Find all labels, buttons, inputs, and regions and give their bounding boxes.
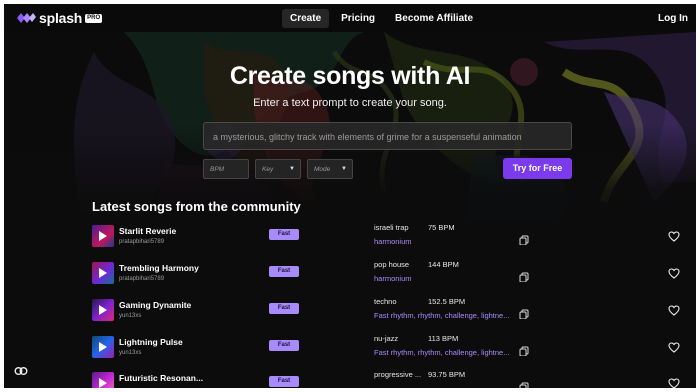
song-row[interactable]: Lightning Pulse yun13xs Fast nu-jazz 113… [4, 334, 696, 372]
song-genre: nu-jazz [374, 334, 399, 343]
song-bpm: 75 BPM [428, 223, 455, 232]
bpm-input[interactable]: BPM [203, 159, 249, 179]
top-nav: splash PRO Create Pricing Become Affilia… [4, 4, 696, 32]
app-frame: splash PRO Create Pricing Become Affilia… [4, 4, 696, 388]
song-cover-thumbnail[interactable] [92, 336, 114, 358]
song-title[interactable]: Trembling Harmony [119, 263, 199, 273]
cookie-settings-icon[interactable] [14, 366, 28, 376]
heart-icon[interactable] [668, 231, 680, 242]
pro-badge: PRO [85, 13, 103, 23]
copy-icon[interactable] [519, 235, 529, 245]
nav-links: Create Pricing Become Affiliate [282, 9, 481, 28]
song-title[interactable]: Starlit Reverie [119, 226, 176, 236]
fast-badge: Fast [269, 266, 299, 277]
prompt-input[interactable]: a mysterious, glitchy track with element… [203, 122, 572, 150]
song-title[interactable]: Gaming Dynamite [119, 300, 191, 310]
song-bpm: 93.75 BPM [428, 370, 466, 379]
song-cover-thumbnail[interactable] [92, 372, 114, 388]
song-tags: Fast rhythm, rhythm, challenge, lightne.… [374, 348, 510, 357]
nav-create[interactable]: Create [282, 9, 330, 28]
heart-icon[interactable] [668, 268, 680, 279]
song-row[interactable]: Trembling Harmony pratapbihari5789 Fast … [4, 260, 696, 298]
song-genre: pop house [374, 260, 410, 269]
song-tags: Fast rhythm, rhythm, challenge, lightne.… [374, 311, 510, 320]
key-dropdown-icon: ▼ [289, 166, 295, 172]
copy-icon[interactable] [519, 272, 529, 282]
key-placeholder: Key [262, 166, 274, 173]
heart-icon[interactable] [668, 378, 680, 388]
song-cover-thumbnail[interactable] [92, 225, 114, 247]
song-title[interactable]: Futuristic Resonan... [119, 373, 203, 383]
song-author: yun13xs [119, 313, 142, 319]
mode-placeholder: Mode [314, 166, 331, 173]
login-link[interactable]: Log In [658, 13, 688, 24]
song-author: pratapbihari5789 [119, 239, 165, 245]
bpm-placeholder: BPM [210, 166, 225, 173]
play-icon [99, 305, 107, 315]
hero-title: Create songs with AI [229, 62, 471, 90]
fast-badge: Fast [269, 376, 299, 387]
key-select[interactable]: Key ▼ [255, 159, 301, 179]
heart-icon[interactable] [668, 342, 680, 353]
song-row[interactable]: Starlit Reverie pratapbihari5789 Fast is… [4, 223, 696, 261]
play-icon [99, 378, 107, 388]
song-row[interactable]: Futuristic Resonan... Fast progressive .… [4, 370, 696, 388]
fast-badge: Fast [269, 340, 299, 351]
brand-name: splash [39, 10, 83, 26]
nav-pricing[interactable]: Pricing [333, 9, 383, 28]
song-author: pratapbihari5789 [119, 276, 165, 282]
fast-badge: Fast [269, 229, 299, 240]
song-row[interactable]: Gaming Dynamite yun13xs Fast techno 152.… [4, 297, 696, 335]
copy-icon[interactable] [519, 309, 529, 319]
song-cover-thumbnail[interactable] [92, 262, 114, 284]
song-bpm: 113 BPM [428, 334, 459, 343]
song-tags: harmonium [374, 237, 412, 246]
song-tags: harmonium [374, 274, 412, 283]
copy-icon[interactable] [519, 382, 529, 388]
play-icon [99, 268, 107, 278]
song-genre: israeli trap [374, 223, 409, 232]
song-author: yun13xs [119, 350, 142, 356]
brand-logo[interactable]: splash PRO [16, 10, 103, 26]
song-bpm: 152.5 BPM [428, 297, 466, 306]
heart-icon[interactable] [668, 305, 680, 316]
hero-subtitle: Enter a text prompt to create your song. [253, 97, 447, 109]
song-title[interactable]: Lightning Pulse [119, 337, 183, 347]
play-icon [99, 342, 107, 352]
community-title: Latest songs from the community [92, 199, 301, 214]
song-cover-thumbnail[interactable] [92, 299, 114, 321]
song-genre: techno [374, 297, 397, 306]
try-for-free-button[interactable]: Try for Free [503, 158, 572, 179]
song-genre: progressive ... [374, 370, 422, 379]
song-bpm: 144 BPM [428, 260, 459, 269]
copy-icon[interactable] [519, 346, 529, 356]
play-icon [99, 231, 107, 241]
splash-logo-icon [17, 13, 36, 23]
mode-dropdown-icon: ▼ [341, 166, 347, 172]
nav-become-affiliate[interactable]: Become Affiliate [387, 9, 481, 28]
mode-select[interactable]: Mode ▼ [307, 159, 353, 179]
fast-badge: Fast [269, 303, 299, 314]
